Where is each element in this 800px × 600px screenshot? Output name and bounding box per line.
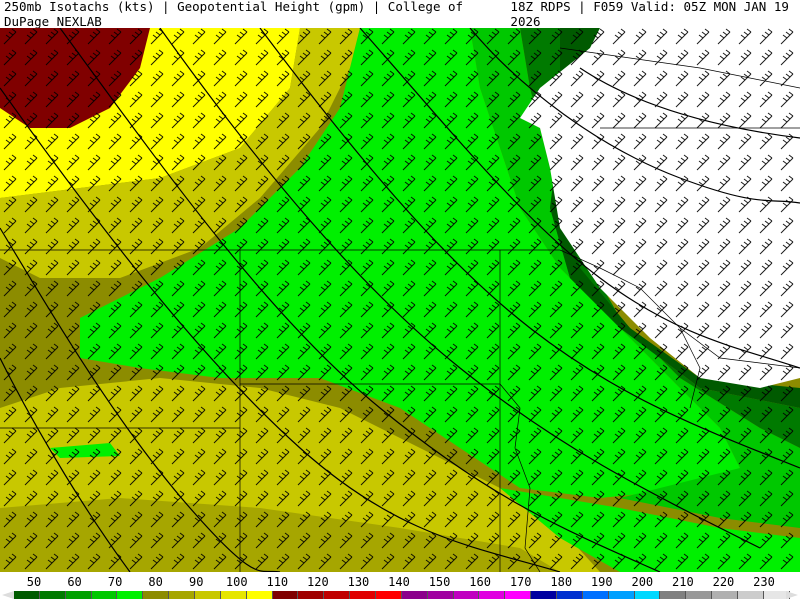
colorbar-tick-label: 150 [428, 575, 451, 589]
colorbar-swatch [91, 591, 118, 599]
colorbar-swatch [401, 591, 428, 599]
colorbar-tick-label: 210 [672, 575, 694, 589]
colorbar-swatch [65, 591, 92, 599]
colorbar-swatch [350, 591, 377, 599]
colorbar-swatch [505, 591, 532, 599]
colorbar-swatch [427, 591, 454, 599]
colorbar-swatch [14, 591, 40, 599]
colorbar-swatch [143, 591, 170, 599]
colorbar-tick-label: 230 [753, 575, 775, 589]
colorbar-tick-labels: 50 60 70 80 90 100 110 120 130 140 150 160 170 180 190… [0, 575, 800, 589]
colorbar-tick-label: 70 [107, 575, 123, 589]
colorbar-tick-label: 110 [266, 575, 289, 589]
colorbar-swatch [479, 591, 506, 599]
colorbar-swatch [169, 591, 196, 599]
colorbar-swatch [376, 591, 402, 599]
colorbar-swatch [272, 591, 299, 599]
colorbar-tick-label: 180 [550, 575, 573, 589]
colorbar-tick-label: 160 [469, 575, 491, 589]
colorbar-tick-label: 200 [631, 575, 654, 589]
colorbar-tick-label: 130 [347, 575, 370, 589]
colorbar-tick-label: 60 [67, 575, 82, 589]
isotach-map [0, 28, 800, 572]
colorbar-swatch [660, 591, 687, 599]
colorbar-swatch [738, 591, 764, 599]
colorbar-swatch [557, 591, 583, 599]
map-header: 250mb Isotachs (kts) | Geopotential Heig… [0, 0, 800, 29]
colorbar-swatch [324, 591, 351, 599]
colorbar-swatch [453, 591, 480, 599]
colorbar-swatch [298, 591, 325, 599]
colorbar-tick-label: 80 [148, 575, 163, 589]
header-valid-time: 18Z RDPS | F059 Valid: 05Z MON JAN 19 20… [510, 0, 789, 29]
colorbar-swatch [531, 591, 558, 599]
colorbar-swatch [117, 591, 144, 599]
colorbar-swatch [686, 591, 713, 599]
colorbar-swatch [608, 591, 635, 599]
colorbar-tick-label: 90 [188, 575, 204, 589]
colorbar-swatch [39, 591, 66, 599]
colorbar-swatch [582, 591, 609, 599]
colorbar-tick-label: 220 [712, 575, 735, 589]
colorbar-swatch [246, 591, 273, 599]
colorbar-swatch [634, 591, 661, 599]
header-title: 250mb Isotachs (kts) | Geopotential Heig… [4, 0, 464, 29]
colorbar-swatch [712, 591, 739, 599]
colorbar-low-arrow [2, 591, 14, 599]
colorbar-high-arrow [786, 591, 798, 599]
colorbar-tick-label: 100 [225, 575, 248, 589]
colorbar-tick-label: 50 [26, 575, 42, 589]
colorbar-tick-label: 120 [307, 575, 329, 589]
colorbar-swatch [220, 591, 247, 599]
colorbar [14, 591, 790, 599]
colorbar-tick-label: 190 [590, 575, 613, 589]
colorbar-tick-label: 170 [509, 575, 532, 589]
colorbar-tick-label: 140 [388, 575, 410, 589]
colorbar-legend: 50 60 70 80 90 100 110 120 130 140 150 160 170 180 190… [0, 572, 800, 600]
colorbar-swatch [195, 591, 221, 599]
